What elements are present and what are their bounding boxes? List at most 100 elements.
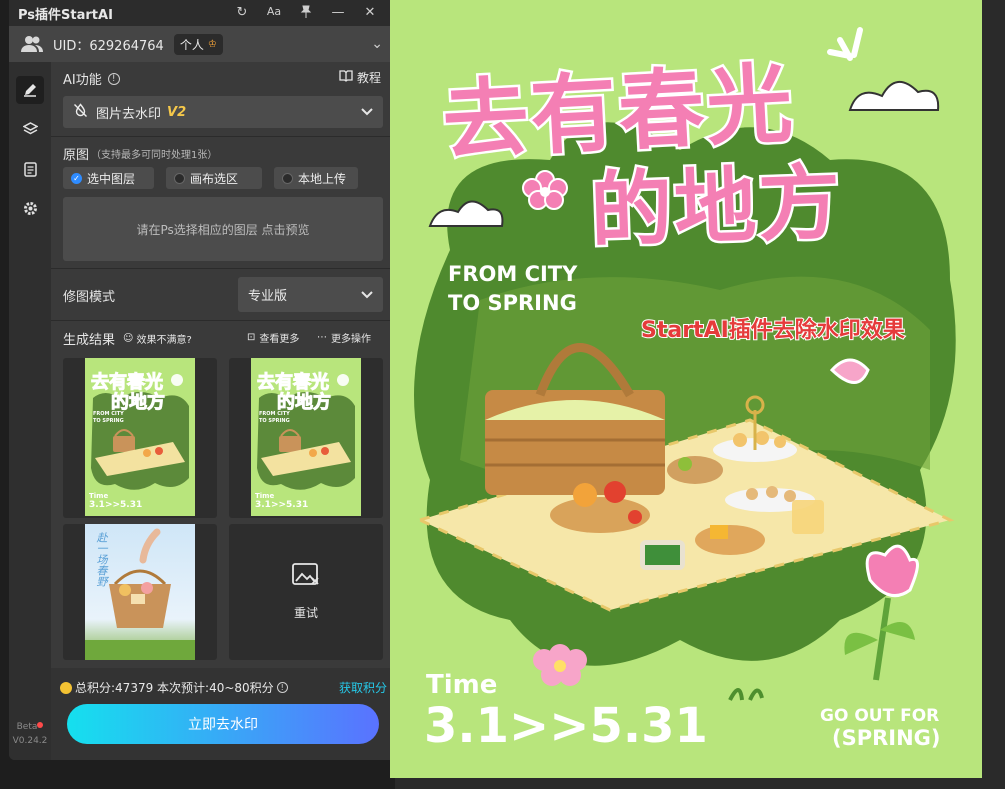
result-thumbnail[interactable]: 去有春光 的地方 FROM CITY TO SPRING Time 3.1>>5…	[63, 358, 217, 518]
watermark-effect-caption: StartAI插件去除水印效果	[640, 317, 906, 344]
close-icon[interactable]: ✕	[354, 5, 386, 22]
divider	[51, 268, 395, 269]
thumb-handwritten-text: 赴一场春野	[95, 532, 108, 587]
edit-icon[interactable]	[16, 76, 44, 104]
settings-icon[interactable]	[16, 194, 44, 222]
thumb-time: Time	[255, 492, 275, 500]
thumb-subtitle: TO SPRING	[259, 418, 290, 424]
poster-date-range: 3.1>>5.31	[424, 698, 708, 754]
points-summary: 总积分:47379 本次预计:40~80积分 !	[60, 679, 288, 696]
thumb-subtitle: FROM CITY	[259, 411, 290, 417]
tutorial-label: 教程	[356, 71, 381, 85]
layers-icon[interactable]	[16, 115, 44, 143]
account-bar[interactable]: UID：629264764 个人 ♔ ⌄	[9, 26, 395, 62]
radio-unchecked-icon	[282, 172, 293, 184]
app-title: Ps插件StartAI	[18, 7, 113, 23]
tier-badge: 个人 ♔	[173, 33, 223, 55]
refresh-icon[interactable]: ↻	[226, 5, 258, 22]
more-actions-link[interactable]: ⋯ 更多操作	[317, 330, 371, 345]
flower-doodle	[533, 644, 587, 686]
poster-subtitle-line1: FROM CITY	[448, 262, 578, 286]
view-more-label: 查看更多	[259, 334, 300, 345]
source-option-label: 画布选区	[190, 171, 239, 186]
preview-hint: 请在Ps选择相应的图层 点击预览	[136, 222, 310, 237]
source-option-canvas-selection[interactable]: 画布选区	[166, 167, 262, 189]
info-icon[interactable]: !	[107, 72, 120, 85]
thumb-time: Time	[89, 492, 109, 500]
feedback-icon: ☺	[123, 333, 134, 344]
points-text: 总积分:47379 本次预计:40~80积分	[75, 681, 274, 695]
thumb-date: 3.1>>5.31	[89, 500, 143, 510]
get-points-link[interactable]: 获取积分	[339, 679, 387, 696]
points-footer: 总积分:47379 本次预计:40~80积分 ! 获取积分 立即去水印	[51, 668, 395, 760]
mode-value: 专业版	[248, 289, 288, 304]
ai-function-select[interactable]: 图片去水印 V2	[63, 96, 383, 128]
poster-title-line2: 的地方	[586, 153, 846, 262]
source-note: （支持最多可同时处理1张）	[91, 150, 218, 161]
pin-icon[interactable]	[290, 5, 322, 22]
ai-function-header: AI功能 !	[63, 69, 120, 88]
info-icon[interactable]: !	[276, 682, 288, 693]
remove-watermark-button[interactable]: 立即去水印	[67, 704, 379, 744]
view-more-icon: ⊡	[247, 332, 256, 343]
unsatisfied-link[interactable]: ☺ 效果不满意?	[123, 331, 192, 346]
document-icon[interactable]	[16, 155, 44, 183]
users-icon	[21, 36, 43, 52]
version-tag: V2	[167, 104, 187, 120]
radio-checked-icon: ✓	[71, 172, 82, 184]
coin-icon	[60, 681, 72, 694]
font-size-icon[interactable]: Aa	[258, 5, 290, 22]
side-nav: Beta V0.24.2	[9, 62, 51, 760]
radio-unchecked-icon	[174, 172, 185, 184]
tier-label: 个人	[179, 37, 204, 52]
source-label: 原图	[63, 148, 90, 163]
source-header: 原图 （支持最多可同时处理1张）	[63, 144, 217, 163]
version-info: Beta V0.24.2	[11, 720, 49, 748]
version-label: V0.24.2	[12, 736, 48, 746]
more-actions-label: 更多操作	[331, 334, 371, 345]
tutorial-link[interactable]: 教程	[339, 69, 381, 86]
ai-function-label: AI功能	[63, 73, 102, 88]
retry-card[interactable]: 重试	[229, 524, 383, 660]
results-label: 生成结果	[63, 333, 116, 348]
title-bar: Ps插件StartAI ↻ Aa — ✕	[9, 0, 395, 26]
retry-label: 重试	[293, 606, 318, 620]
poster-subtitle-line2: TO SPRING	[448, 291, 577, 315]
juice-glass	[792, 500, 824, 534]
ai-function-value: 图片去水印	[96, 106, 162, 122]
watermark-remove-icon	[73, 102, 88, 122]
poster-slogan-line1: GO OUT FOR	[820, 706, 940, 726]
sparkle-doodle	[827, 27, 863, 61]
result-thumbnail[interactable]: 赴一场春野	[63, 524, 217, 660]
image-error-icon	[292, 563, 320, 590]
poster-slogan-line2: (SPRING)	[832, 726, 941, 750]
source-options: ✓ 选中图层 画布选区 本地上传	[63, 167, 358, 189]
thumb-date: 3.1>>5.31	[255, 500, 309, 510]
view-more-link[interactable]: ⊡ 查看更多	[247, 330, 299, 345]
crown-icon: ♔	[207, 38, 217, 50]
mode-select[interactable]: 专业版	[238, 277, 383, 312]
document-canvas[interactable]: 去有春光 的地方 FROM CITY TO SPRING StartAI插件去除…	[390, 0, 982, 778]
plugin-panel: Ps插件StartAI ↻ Aa — ✕ UID：629264764 个人 ♔	[9, 0, 395, 760]
source-option-selected-layer[interactable]: ✓ 选中图层	[63, 167, 154, 189]
divider	[51, 136, 395, 137]
source-option-local-upload[interactable]: 本地上传	[274, 167, 358, 189]
source-option-label: 本地上传	[298, 171, 347, 186]
cloud-doodle	[848, 81, 940, 111]
source-preview-area[interactable]: 请在Ps选择相应的图层 点击预览	[63, 197, 383, 261]
mode-label: 修图模式	[63, 290, 116, 305]
unsatisfied-label: 效果不满意?	[136, 335, 192, 346]
uid-text: UID：629264764	[53, 38, 164, 54]
thumb-subtitle: FROM CITY	[93, 411, 124, 417]
result-thumbnail[interactable]: 去有春光 的地方 FROM CITY TO SPRING Time 3.1>>5…	[229, 358, 383, 518]
minimize-icon[interactable]: —	[322, 5, 354, 22]
chevron-down-icon[interactable]: ⌄	[371, 36, 383, 52]
thumb-subtitle: TO SPRING	[93, 418, 124, 424]
divider	[51, 320, 395, 321]
chevron-down-icon	[361, 105, 373, 119]
book-icon	[339, 70, 353, 85]
main-content: AI功能 ! 教程 图片去水印 V2 原图 （支持最多可同时处理1张） ✓ 选中…	[51, 62, 395, 760]
poster-time-label: Time	[426, 670, 498, 700]
beta-dot	[37, 722, 44, 728]
beta-label: Beta	[16, 722, 38, 732]
